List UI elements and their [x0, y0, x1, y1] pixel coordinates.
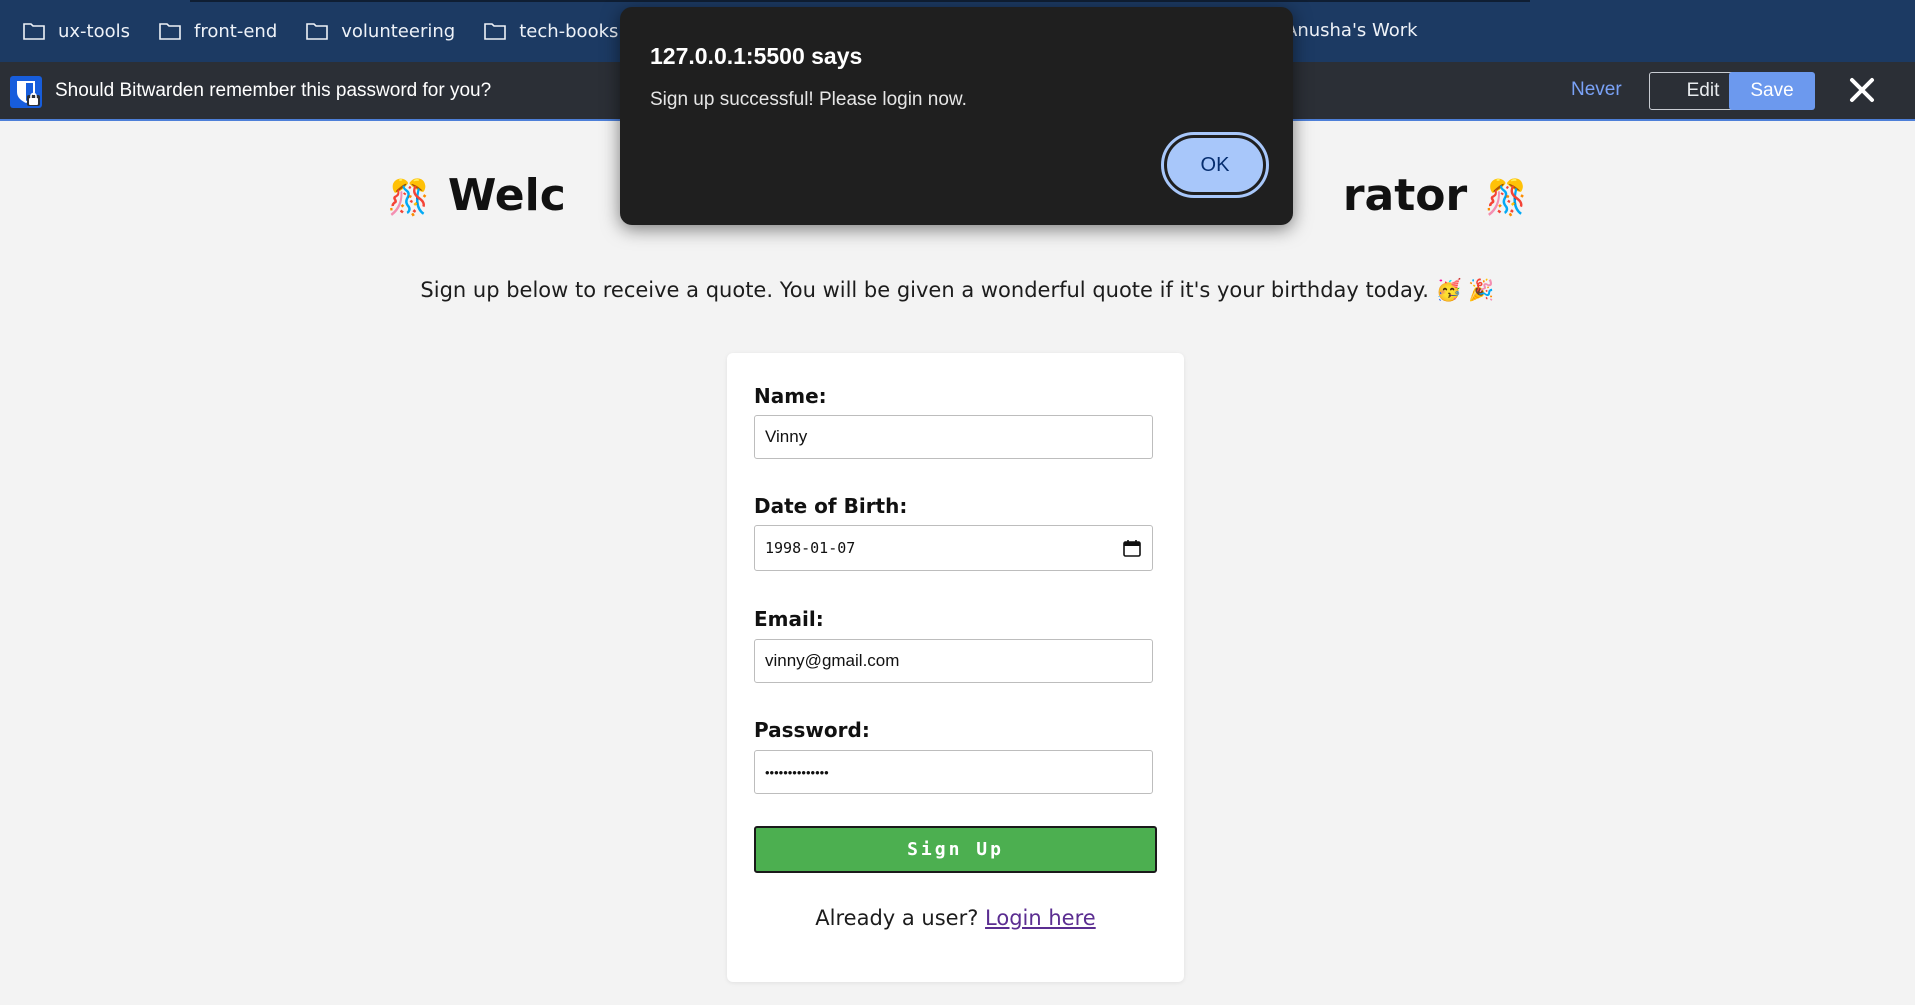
bookmark-front-end[interactable]: front-end — [152, 13, 283, 49]
email-label: Email: — [754, 607, 824, 631]
bookmark-anushas-work[interactable]: Anusha's Work — [1279, 14, 1424, 47]
bookmark-label: tech-books — [519, 20, 619, 42]
login-prompt: Already a user? Login here — [727, 906, 1184, 930]
bitwarden-message: Should Bitwarden remember this password … — [55, 80, 492, 101]
name-label: Name: — [754, 384, 827, 408]
signup-button[interactable]: Sign Up — [754, 826, 1157, 873]
dialog-message: Sign up successful! Please login now. — [650, 89, 967, 110]
dob-input[interactable]: 1998-01-07 — [754, 525, 1153, 571]
login-link[interactable]: Login here — [985, 906, 1096, 930]
title-left: Welc — [447, 170, 566, 221]
title-right: rator — [1342, 170, 1468, 221]
bitwarden-shield-icon — [10, 76, 42, 108]
folder-icon — [159, 23, 181, 40]
signup-form: Name: Vinny Date of Birth: 1998-01-07 Em… — [727, 353, 1184, 982]
name-input[interactable]: Vinny — [754, 415, 1153, 459]
close-icon[interactable] — [1847, 74, 1877, 106]
folder-icon — [23, 23, 45, 40]
dob-value: 1998-01-07 — [765, 539, 856, 557]
dialog-title: 127.0.0.1:5500 says — [650, 43, 863, 69]
folder-icon — [306, 23, 329, 40]
already-user-text: Already a user? — [815, 906, 986, 930]
bookmark-volunteering[interactable]: volunteering — [299, 13, 461, 49]
confetti-icon: 🎊 — [1485, 178, 1528, 218]
save-button[interactable]: Save — [1729, 72, 1815, 110]
alert-dialog: 127.0.0.1:5500 says Sign up successful! … — [620, 7, 1293, 225]
bookmark-tech-books[interactable]: tech-books — [477, 13, 624, 49]
password-input[interactable]: •••••••••••••• — [754, 750, 1153, 794]
confetti-icon: 🎊 — [387, 178, 430, 218]
bookmark-label: volunteering — [341, 20, 456, 42]
bookmark-ux-tools[interactable]: ux-tools — [16, 13, 136, 49]
dob-label: Date of Birth: — [754, 494, 908, 518]
tab-strip-edge — [190, 0, 1530, 2]
ok-button[interactable]: OK — [1161, 132, 1269, 198]
bookmark-label: ux-tools — [58, 20, 131, 42]
bookmark-label: front-end — [194, 20, 278, 42]
page-subtitle: Sign up below to receive a quote. You wi… — [420, 278, 1495, 302]
password-label: Password: — [754, 718, 870, 742]
folder-icon — [484, 23, 507, 40]
calendar-icon[interactable] — [1122, 538, 1142, 558]
email-input[interactable]: vinny@gmail.com — [754, 639, 1153, 683]
bookmark-label: Anusha's Work — [1285, 20, 1418, 41]
never-button[interactable]: Never — [1571, 79, 1622, 101]
